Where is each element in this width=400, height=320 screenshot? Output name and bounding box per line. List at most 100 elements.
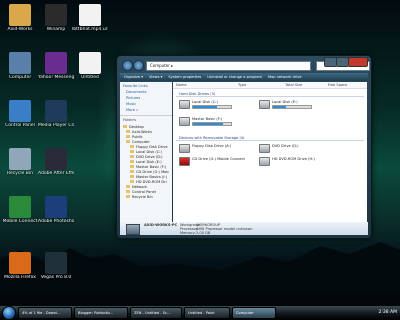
drive-name: Maxtor Basic (F:): [192, 117, 223, 121]
folder-tree-label: CD Drive (G:) Mob: [136, 169, 169, 174]
desktop-icon[interactable]: Winamp: [38, 4, 74, 32]
desktop: Axid-Works Winamp lbttbhat.mp4.url Computer…: [0, 0, 400, 306]
floppy-drive-icon: [179, 144, 190, 153]
column-name[interactable]: Name: [173, 82, 235, 88]
folder-tree-label: Recycle Bin: [132, 194, 153, 199]
desktop-icon-image: [45, 52, 67, 74]
drive-usage-fill: [193, 122, 224, 125]
memory-value: 2.00 GB: [196, 231, 211, 235]
computer-name: AXID-WORKS-PC: [144, 223, 178, 227]
hard-disk-item[interactable]: Local Disk (C:): [179, 100, 232, 109]
desktop-icon-label: Untitled: [81, 75, 99, 80]
taskbar-buttons: 4% of 1 file - Downl... Blogger: Rahbotiz…: [16, 307, 276, 319]
folder-tree-label: Master Basics (I:): [136, 174, 168, 179]
start-orb-button[interactable]: [2, 306, 16, 320]
folder-icon: [130, 155, 134, 158]
cd-drive-icon: [179, 157, 190, 166]
folders-header[interactable]: Folders: [120, 115, 172, 124]
hard-disk-icon: [179, 100, 190, 109]
folder-icon: [130, 180, 134, 183]
desktop-icon-label: Adobe Photoshop CS: [38, 219, 74, 224]
removable-drive-item[interactable]: HD DVD-ROM Drive (H:): [259, 157, 315, 166]
drive-name: Local Disk (E:): [272, 100, 298, 104]
removable-drive-item[interactable]: Floppy Disk Drive (A:): [179, 144, 231, 153]
folder-tree-label: Control Panel: [132, 189, 156, 194]
removable-drive-item[interactable]: DVD Drive (D:): [259, 144, 299, 153]
folder-icon: [130, 175, 134, 178]
desktop-icon-image: [79, 52, 101, 74]
folder-tree-label: Network: [132, 184, 148, 189]
folder-tree-label: Axid-Works: [132, 129, 152, 134]
forward-arrow-icon[interactable]: [133, 60, 144, 71]
hard-disk-items: Local Disk (C:) Local Disk (E:) Maxtor Bas…: [173, 99, 367, 133]
folder-icon: [126, 185, 130, 188]
column-free-space[interactable]: Free Space: [325, 82, 367, 88]
desktop-icon[interactable]: Mobile Connect: [2, 196, 38, 224]
removable-items: Floppy Disk Drive (A:) DVD Drive (D:) CD D…: [173, 143, 367, 173]
desktop-icon[interactable]: lbttbhat.mp4.url: [72, 4, 108, 32]
desktop-icon[interactable]: Axid-Works: [2, 4, 38, 32]
close-button[interactable]: [348, 57, 368, 67]
desktop-icon[interactable]: Untitled: [72, 52, 108, 80]
desktop-icon-image: [9, 100, 31, 122]
desktop-icon[interactable]: Adobe After Effects CS: [38, 148, 74, 176]
toolbar-button[interactable]: Map network drive: [268, 73, 302, 81]
drive-name: CD Drive (G:) Mobile Connect: [192, 157, 245, 161]
desktop-icon[interactable]: Computer: [2, 52, 38, 80]
favorite-link[interactable]: More »: [120, 107, 172, 113]
toolbar-button[interactable]: System properties: [168, 73, 201, 81]
desktop-icon-image: [9, 52, 31, 74]
hard-disk-group-header: Hard Disk Drives (3): [176, 90, 364, 97]
desktop-icon-image: [9, 252, 31, 274]
taskbar-button[interactable]: ZEN - Untitled - Sc...: [130, 307, 182, 319]
explorer-window[interactable]: Computer ▸ Organize ▾ Views ▾ System prope…: [116, 55, 372, 239]
taskbar-button[interactable]: Blogger: Rahbotiz...: [74, 307, 128, 319]
dvd-drive-icon: [259, 144, 270, 153]
desktop-icon-label: Axid-Works: [7, 27, 33, 32]
desktop-icon[interactable]: Yahoo! Messenger: [38, 52, 74, 80]
desktop-icon-label: Control Panel: [5, 123, 35, 128]
folder-tree-label: HD DVD-ROM Dri: [136, 179, 167, 184]
desktop-icon-label: Mozilla Firefox: [4, 275, 36, 280]
desktop-icon[interactable]: Recycle Bin: [2, 148, 38, 176]
desktop-icon-label: Mobile Connect: [2, 219, 38, 224]
drive-name: DVD Drive (D:): [272, 144, 299, 148]
desktop-icon-label: Adobe After Effects CS: [38, 171, 74, 176]
desktop-icon-image: [45, 100, 67, 122]
toolbar-button[interactable]: Views ▾: [149, 73, 162, 81]
system-clock[interactable]: 2:38 AM: [379, 306, 398, 320]
folder-icon: [130, 160, 134, 163]
folder-icon: [126, 130, 130, 133]
column-type[interactable]: Type: [235, 82, 282, 88]
desktop-icon[interactable]: Media Player Classic: [38, 100, 74, 128]
desktop-icon[interactable]: Adobe Photoshop CS: [38, 196, 74, 224]
toolbar-button[interactable]: Organize ▾: [124, 73, 143, 81]
taskbar-button[interactable]: Untitled - Paint: [184, 307, 230, 319]
taskbar-button[interactable]: Computer: [232, 307, 276, 319]
folder-tree: Desktop Axid-Works Public Computer Floppy Di…: [120, 124, 172, 199]
desktop-icon[interactable]: Vegas Pro 8.0: [38, 252, 74, 280]
folder-icon: [130, 170, 134, 173]
drive-usage-fill: [273, 105, 287, 108]
folder-tree-label: Computer: [132, 139, 150, 144]
hard-disk-item[interactable]: Maxtor Basic (F:): [179, 117, 232, 126]
removable-drive-item[interactable]: CD Drive (G:) Mobile Connect: [179, 157, 245, 166]
file-list: Name Type Total Size Free Space Hard Dis…: [173, 82, 367, 222]
desktop-icon[interactable]: Control Panel: [2, 100, 38, 128]
folder-tree-label: DVD Drive (D:): [136, 154, 163, 159]
taskbar-button[interactable]: 4% of 1 file - Downl...: [18, 307, 72, 319]
folder-icon: [130, 165, 134, 168]
hard-disk-icon: [179, 117, 190, 126]
details-pane: AXID-WORKS-PC Workgroup: WORKGROUP Proce…: [120, 222, 368, 235]
desktop-icon[interactable]: Mozilla Firefox: [2, 252, 38, 280]
drive-usage-bar: [192, 104, 232, 109]
address-bar[interactable]: Computer ▸: [146, 61, 311, 71]
column-total-size[interactable]: Total Size: [282, 82, 324, 88]
folder-tree-item[interactable]: Recycle Bin: [120, 194, 172, 199]
taskbar: 4% of 1 file - Downl... Blogger: Rahbotiz…: [0, 306, 400, 320]
toolbar-button[interactable]: Uninstall or change a program: [207, 73, 262, 81]
navigation-pane: Favorite Links Documents Pictures Music Mor…: [120, 82, 172, 222]
back-arrow-icon[interactable]: [122, 60, 133, 71]
hard-disk-item[interactable]: Local Disk (E:): [259, 100, 312, 109]
folder-icon: [126, 135, 130, 138]
